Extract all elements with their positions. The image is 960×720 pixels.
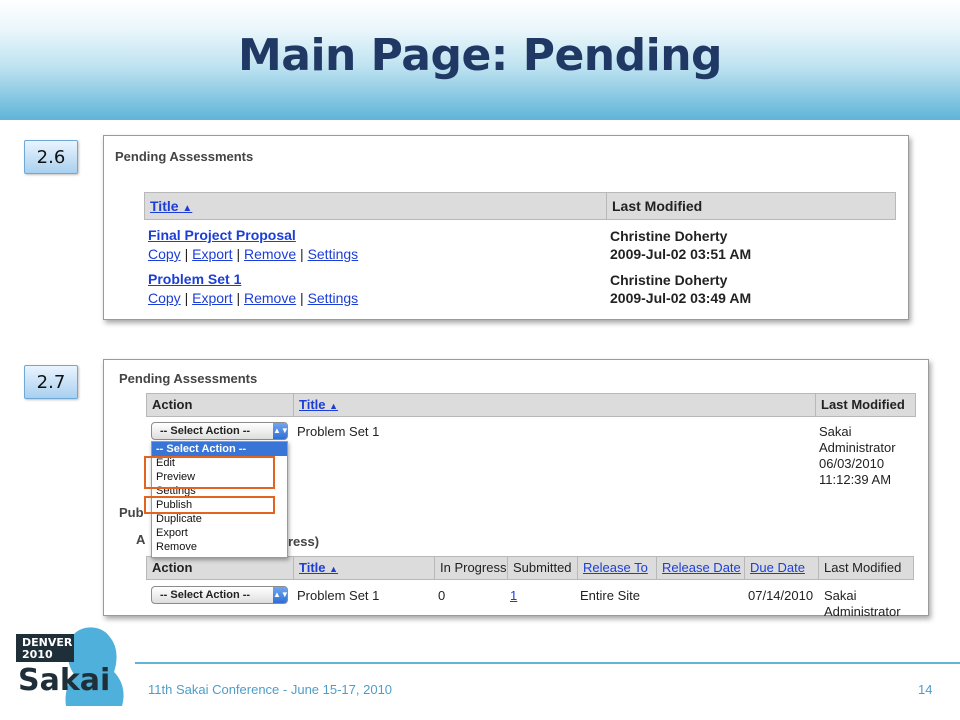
settings-link[interactable]: Settings bbox=[308, 246, 359, 262]
title-column-header[interactable]: Title ▲ bbox=[145, 193, 605, 219]
footer-divider bbox=[135, 662, 960, 664]
highlight-box-publish bbox=[144, 496, 275, 514]
dropdown-item-remove[interactable]: Remove bbox=[152, 540, 287, 554]
last-modified-cell: Sakai Administrator 06/03/2010 11:12:39 … bbox=[819, 424, 896, 487]
chevron-down-icon: ▲▼ bbox=[273, 587, 289, 603]
remove-link[interactable]: Remove bbox=[244, 246, 296, 262]
in-progress-column-header: In Progress bbox=[440, 560, 507, 575]
assessment-actions: Copy | Export | Remove | Settings bbox=[148, 246, 359, 262]
published-table-header: Action Title ▲ In Progress Submitted Rel… bbox=[146, 556, 914, 580]
logo-text-year: 2010 bbox=[22, 648, 53, 661]
submitted-count-link[interactable]: 1 bbox=[510, 588, 517, 604]
assessment-actions: Copy | Export | Remove | Settings bbox=[148, 290, 359, 306]
title-column-header[interactable]: Title ▲ bbox=[294, 394, 814, 416]
due-date-cell: 07/14/2010 bbox=[748, 588, 814, 603]
version-tag-2-6: 2.6 bbox=[24, 140, 78, 174]
in-progress-count: 0 bbox=[438, 588, 446, 603]
select-action-dropdown[interactable]: -- Select Action -- ▲▼ bbox=[151, 586, 289, 604]
last-modified-column-header: Last Modified bbox=[824, 560, 902, 575]
settings-link[interactable]: Settings bbox=[308, 290, 359, 306]
last-modified-cell: Sakai Administrator bbox=[824, 588, 901, 619]
last-modified-cell: Christine Doherty 2009-Jul-02 03:51 AM bbox=[610, 228, 752, 262]
sort-ascending-icon: ▲ bbox=[182, 203, 193, 214]
dropdown-item-select-action[interactable]: -- Select Action -- bbox=[152, 442, 287, 456]
pending-assessments-heading: Pending Assessments bbox=[115, 149, 254, 164]
release-to-cell: Entire Site bbox=[580, 588, 640, 603]
dropdown-item-export[interactable]: Export bbox=[152, 526, 287, 540]
page-number: 14 bbox=[918, 682, 933, 697]
sort-ascending-icon: ▲ bbox=[329, 401, 339, 411]
submitted-column-header: Submitted bbox=[513, 560, 572, 575]
assessment-title: Problem Set 1 bbox=[297, 588, 380, 603]
sort-ascending-icon: ▲ bbox=[329, 564, 339, 574]
title-column-header[interactable]: Title ▲ bbox=[294, 557, 434, 579]
copy-link[interactable]: Copy bbox=[148, 290, 181, 306]
slide-title: Main Page: Pending bbox=[237, 30, 723, 81]
sakai-logo-graphic: DENVER 2010 Sakai bbox=[16, 627, 124, 706]
dropdown-item-duplicate[interactable]: Duplicate bbox=[152, 512, 287, 526]
published-subheading-partial: A bbox=[136, 532, 146, 547]
screenshot-sakai-2-7: Pending Assessments Action Title ▲ Last … bbox=[103, 359, 929, 619]
footer-conference-text: 11th Sakai Conference - June 15-17, 2010 bbox=[148, 682, 393, 697]
assessment-title: Problem Set 1 bbox=[297, 424, 380, 439]
release-date-column-header[interactable]: Release Date bbox=[657, 557, 745, 579]
assessment-title-link[interactable]: Problem Set 1 bbox=[148, 271, 241, 287]
pending-assessments-heading: Pending Assessments bbox=[119, 371, 258, 386]
pending-table-header: Action Title ▲ Last Modified bbox=[146, 393, 916, 417]
last-modified-column-header: Last Modified bbox=[612, 198, 703, 214]
action-column-header: Action bbox=[152, 397, 193, 412]
copy-link[interactable]: Copy bbox=[148, 246, 181, 262]
export-link[interactable]: Export bbox=[192, 290, 232, 306]
logo-text-sakai: Sakai bbox=[18, 663, 110, 698]
sakai-denver-logo: DENVER 2010 Sakai bbox=[14, 624, 130, 714]
chevron-down-icon: ▲▼ bbox=[273, 423, 289, 439]
screenshot-sakai-2-6: Pending Assessments Title ▲ Last Modifie… bbox=[103, 135, 909, 320]
last-modified-column-header: Last Modified bbox=[821, 397, 905, 412]
last-modified-cell: Christine Doherty 2009-Jul-02 03:49 AM bbox=[610, 272, 752, 306]
assessment-title-link[interactable]: Final Project Proposal bbox=[148, 227, 296, 243]
version-tag-2-7: 2.7 bbox=[24, 365, 78, 399]
export-link[interactable]: Export bbox=[192, 246, 232, 262]
published-subheading-tail: ress) bbox=[288, 534, 320, 549]
table-header: Title ▲ Last Modified bbox=[144, 192, 896, 220]
remove-link[interactable]: Remove bbox=[244, 290, 296, 306]
highlight-box-edit-preview bbox=[144, 456, 275, 489]
select-action-dropdown[interactable]: -- Select Action -- ▲▼ bbox=[151, 422, 289, 440]
release-to-column-header[interactable]: Release To bbox=[578, 557, 656, 579]
action-column-header: Action bbox=[152, 560, 193, 575]
due-date-column-header[interactable]: Due Date bbox=[745, 557, 817, 579]
published-heading-partial: Pub bbox=[119, 505, 144, 520]
